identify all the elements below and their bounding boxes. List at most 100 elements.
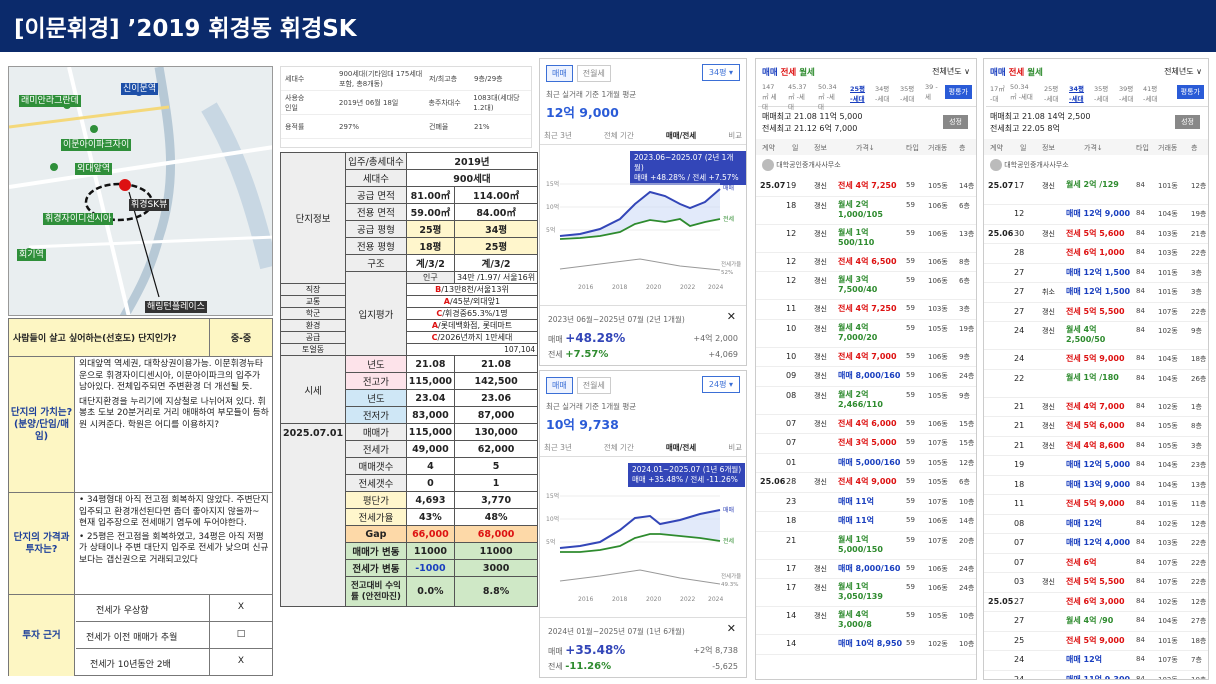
table-row[interactable]: 22 월세 1억 /180 84 104동 26층 [984, 370, 1208, 398]
list-tabs: 매매 전세 월세 [990, 66, 1043, 78]
tab-sale-jeonse[interactable]: 매매/전세 [666, 442, 696, 453]
tab-wolse[interactable]: 월세 [799, 68, 815, 78]
table-row[interactable]: 27 월세 4억 /90 84 104동 27층 [984, 612, 1208, 632]
table-row[interactable]: 01 매매 5,000/160 59 105동 12층 [756, 454, 976, 473]
detail-button[interactable]: 성정 [943, 115, 968, 129]
table-row[interactable]: 10 갱신 월세 4억 7,000/20 59 105동 19층 [756, 320, 976, 348]
table-row[interactable]: 17 갱신 매매 8,000/160 59 106동 24층 [756, 560, 976, 579]
tab-jeonse[interactable]: 전세 [1009, 68, 1025, 78]
table-row[interactable]: 21 갱신 전세 4억 7,000 84 102동 1층 [984, 398, 1208, 417]
size-tab[interactable]: 39평 -세대 [1119, 83, 1137, 103]
detail-button[interactable]: 성정 [1175, 115, 1200, 129]
table-row[interactable]: 24 전세 5억 9,000 84 104동 18층 [984, 350, 1208, 370]
table-row[interactable]: 27 취소 매매 12억 1,500 84 101동 3층 [984, 283, 1208, 303]
table-row[interactable]: 10 갱신 전세 4억 7,000 59 106동 9층 [756, 348, 976, 367]
map-button[interactable]: 평통가 [1176, 85, 1204, 99]
year-select[interactable]: 전체년도 ∨ [932, 66, 970, 77]
tab-all[interactable]: 전체 기간 [604, 442, 634, 453]
table-row[interactable]: 12 갱신 전세 4억 6,500 59 106동 8층 [756, 253, 976, 272]
size-tab[interactable]: 39 -세 [925, 83, 939, 101]
table-row[interactable]: 24 갱신 월세 4억 2,500/50 84 102동 9층 [984, 322, 1208, 350]
table-row[interactable]: 18 매매 13억 9,000 84 104동 13층 [984, 476, 1208, 495]
table-row[interactable]: 21 갱신 전세 4억 8,600 84 105동 3층 [984, 437, 1208, 456]
row-key: 전용 평형 [345, 237, 407, 255]
size-tab[interactable]: 147㎡ 세대 [762, 83, 780, 111]
table-row[interactable]: 08 매매 12억 84 102동 12층 [984, 515, 1208, 534]
size-tab[interactable]: 25평 -세대 [1044, 83, 1062, 103]
tab-all[interactable]: 전체 기간 [604, 130, 634, 141]
row-type: 59 [906, 256, 915, 265]
size-tab[interactable]: 34평 -세대 [875, 83, 893, 103]
table-row[interactable]: 25.06 30 갱신 전세 5억 5,600 84 103동 21층 [984, 225, 1208, 244]
table-row[interactable]: 24 매매 12억 84 107동 7층 [984, 651, 1208, 671]
close-icon[interactable]: ✕ [727, 310, 736, 323]
table-row[interactable]: 27 갱신 전세 5억 5,500 84 107동 22층 [984, 303, 1208, 322]
tab-jeonse[interactable]: 전세 [781, 68, 797, 78]
price-subtitle: 최근 실거래 기준 1개월 평균 [546, 402, 637, 411]
table-row[interactable]: 17 갱신 월세 1억 3,050/139 59 106동 24층 [756, 579, 976, 607]
table-row[interactable]: 18 매매 11억 59 106동 14층 [756, 512, 976, 532]
row-price: 전세 5억 9,000 [1066, 499, 1125, 508]
size-tab[interactable]: 41평 -세대 [1143, 83, 1161, 103]
complex-info-box: 세대수 900세대(기타임대 175세대 포함, 총8개동) 저/최고층 9층/29층… [280, 66, 532, 148]
table-row[interactable]: 28 전세 6억 1,000 84 103동 22층 [984, 244, 1208, 264]
table-row[interactable]: 12 갱신 월세 1억 500/110 59 106동 13층 [756, 225, 976, 253]
table-row[interactable]: 07 전세 6억 84 107동 22층 [984, 554, 1208, 573]
tab-wolse[interactable]: 월세 [1027, 68, 1043, 78]
table-row[interactable]: 25.05 27 전세 6억 3,000 84 102동 12층 [984, 593, 1208, 612]
size-tab[interactable]: 35평 -세대 [900, 83, 918, 103]
size-tab[interactable]: 50.34㎡ -세대 [1010, 83, 1034, 101]
info-row: 용적률 297% 건폐율 21% [281, 115, 531, 139]
info-value: 900세대(기타임대 175세대 포함, 총8개동) [339, 69, 423, 88]
size-tab[interactable]: 50.34㎡ -세대 [818, 83, 838, 111]
tab-rent[interactable]: 전월세 [576, 65, 611, 82]
table-row[interactable]: 12 갱신 월세 3억 7,500/40 59 106동 6층 [756, 272, 976, 300]
table-row[interactable]: 19 매매 12억 5,000 84 104동 23층 [984, 456, 1208, 476]
table-row[interactable]: 14 매매 10억 8,950 59 102동 10층 [756, 635, 976, 655]
size-tab[interactable]: 34평 -세대 [1069, 83, 1087, 103]
tab-sale[interactable]: 매매 [546, 377, 573, 394]
table-row[interactable]: 24 매매 11억 9,300 84 102동 10층 [984, 671, 1208, 680]
table-row[interactable]: 03 갱신 전세 5억 5,500 84 107동 22층 [984, 573, 1208, 593]
table-row[interactable]: 12 매매 12억 9,000 84 104동 19층 [984, 205, 1208, 225]
size-select[interactable]: 34평 ▾ [701, 64, 740, 81]
size-tab[interactable]: 25평 -세대 [850, 83, 868, 103]
tab-3y[interactable]: 최근 3년 [544, 442, 572, 453]
tab-rent[interactable]: 전월세 [576, 377, 611, 394]
tab-sale[interactable]: 매매 [990, 68, 1006, 78]
table-row[interactable]: 09 갱신 매매 8,000/160 59 106동 24층 [756, 367, 976, 387]
table-row[interactable]: 07 갱신 전세 4억 6,000 59 106동 15층 [756, 415, 976, 434]
table-row[interactable]: 08 갱신 월세 2억 2,466/110 59 105동 9층 [756, 387, 976, 415]
row-type: 84 [1136, 616, 1145, 624]
tab-3y[interactable]: 최근 3년 [544, 130, 572, 141]
table-row[interactable]: 14 갱신 월세 4억 3,000/8 59 105동 10층 [756, 607, 976, 635]
size-select[interactable]: 24평 ▾ [701, 376, 740, 393]
table-row[interactable]: 21 갱신 전세 5억 6,000 84 105동 8층 [984, 417, 1208, 437]
tab-sale[interactable]: 매매 [762, 68, 778, 78]
size-tab[interactable]: 45.37㎡ -세대 [788, 83, 808, 111]
year-select[interactable]: 전체년도 ∨ [1164, 66, 1202, 77]
table-row[interactable]: 11 전세 5억 9,000 84 101동 11층 [984, 495, 1208, 515]
table-row[interactable]: 25 전세 5억 9,000 84 101동 18층 [984, 632, 1208, 651]
row-key: 매매갯수 [345, 457, 407, 475]
size-tab[interactable]: 35평 -세대 [1094, 83, 1112, 103]
table-row[interactable]: 25.06 28 갱신 전세 4억 9,000 59 105동 6층 [756, 473, 976, 493]
table-row[interactable]: 07 전세 3억 5,000 59 107동 15층 [756, 434, 976, 454]
col-header: 거래동 [1158, 144, 1178, 152]
tab-compare[interactable]: 비교 [728, 130, 742, 141]
tab-sale-jeonse[interactable]: 매매/전세 [666, 130, 696, 141]
map-button[interactable]: 평통가 [944, 85, 972, 99]
table-row[interactable]: 23 매매 11억 59 107동 10층 [756, 493, 976, 512]
table-row[interactable]: 07 매매 12억 4,000 84 103동 22층 [984, 534, 1208, 554]
tab-sale[interactable]: 매매 [546, 65, 573, 82]
close-icon[interactable]: ✕ [727, 622, 736, 635]
table-row[interactable]: 25.07 17 갱신 월세 2억 /129 84 101동 12층 [984, 177, 1208, 205]
size-tab[interactable]: 17㎡ -대 [990, 83, 1006, 103]
table-row[interactable]: 11 갱신 전세 4억 7,250 59 103동 3층 [756, 300, 976, 320]
table-row[interactable]: 25.07 19 갱신 전세 4억 7,250 59 105동 14층 [756, 177, 976, 197]
table-row[interactable]: 18 갱신 월세 2억 1,000/105 59 106동 6층 [756, 197, 976, 225]
table-row[interactable]: 27 매매 12억 1,500 84 101동 3층 [984, 264, 1208, 283]
tab-compare[interactable]: 비교 [728, 442, 742, 453]
table-row[interactable]: 21 월세 1억 5,000/150 59 107동 20층 [756, 532, 976, 560]
cell: 21.08 [454, 355, 539, 373]
